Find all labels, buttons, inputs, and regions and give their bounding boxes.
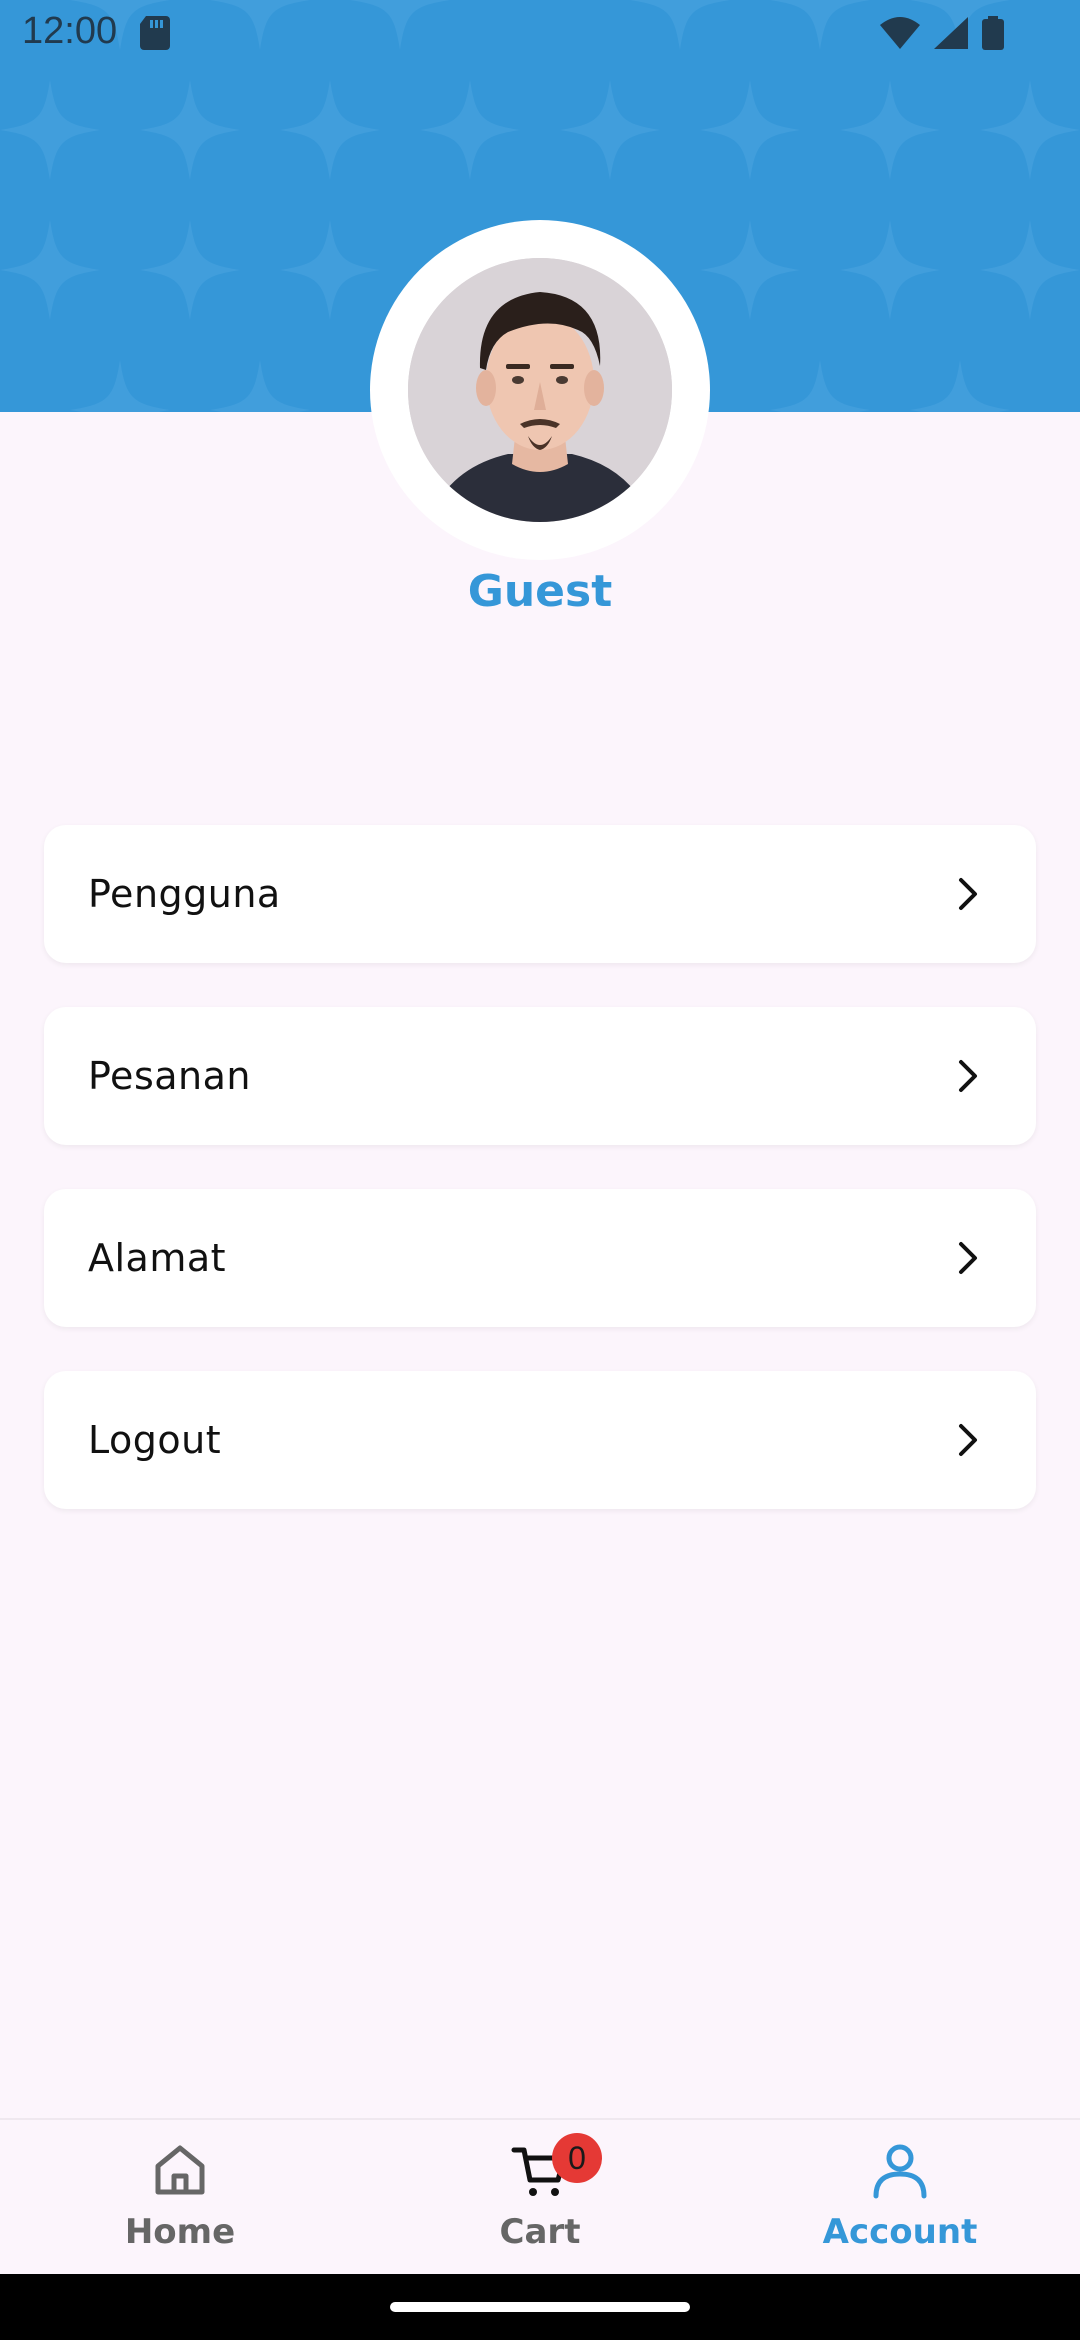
avatar[interactable] — [408, 258, 672, 522]
menu-item-pesanan[interactable]: Pesanan — [44, 1007, 1036, 1145]
nav-cart-label: Cart — [499, 2212, 581, 2252]
status-bar: 12:00 — [0, 0, 1080, 66]
person-icon — [873, 2144, 927, 2199]
battery-icon — [982, 16, 1004, 55]
nav-account-label: Account — [822, 2212, 978, 2252]
chevron-right-icon — [959, 1242, 977, 1274]
home-icon — [155, 2145, 205, 2195]
system-navigation-bar — [0, 2274, 1080, 2340]
nav-home-label: Home — [124, 2212, 236, 2252]
menu-item-label: Pesanan — [88, 1054, 251, 1098]
chevron-right-icon — [959, 1424, 977, 1456]
chevron-right-icon — [959, 878, 977, 910]
menu-item-label: Pengguna — [88, 872, 281, 916]
user-avatar-photo — [408, 258, 672, 522]
account-menu: Pengguna Pesanan Alamat Logout — [44, 825, 1036, 1553]
menu-item-label: Alamat — [88, 1236, 227, 1280]
home-indicator[interactable] — [390, 2302, 690, 2312]
bottom-navigation: Home Cart Account — [0, 2118, 1080, 2276]
nav-cart[interactable]: Cart — [360, 2120, 720, 2276]
wifi-icon — [880, 17, 920, 54]
status-time: 12:00 — [22, 10, 118, 52]
chevron-right-icon — [959, 1060, 977, 1092]
menu-item-logout[interactable]: Logout — [44, 1371, 1036, 1509]
cart-count-badge: 0 — [552, 2133, 602, 2183]
nav-account[interactable]: Account — [720, 2120, 1080, 2276]
nav-home[interactable]: Home — [0, 2120, 360, 2276]
menu-item-label: Logout — [88, 1418, 222, 1462]
sd-card-icon — [140, 16, 170, 55]
cell-signal-icon — [934, 17, 968, 54]
menu-item-alamat[interactable]: Alamat — [44, 1189, 1036, 1327]
menu-item-pengguna[interactable]: Pengguna — [44, 825, 1036, 963]
username-label: Guest — [467, 566, 613, 617]
